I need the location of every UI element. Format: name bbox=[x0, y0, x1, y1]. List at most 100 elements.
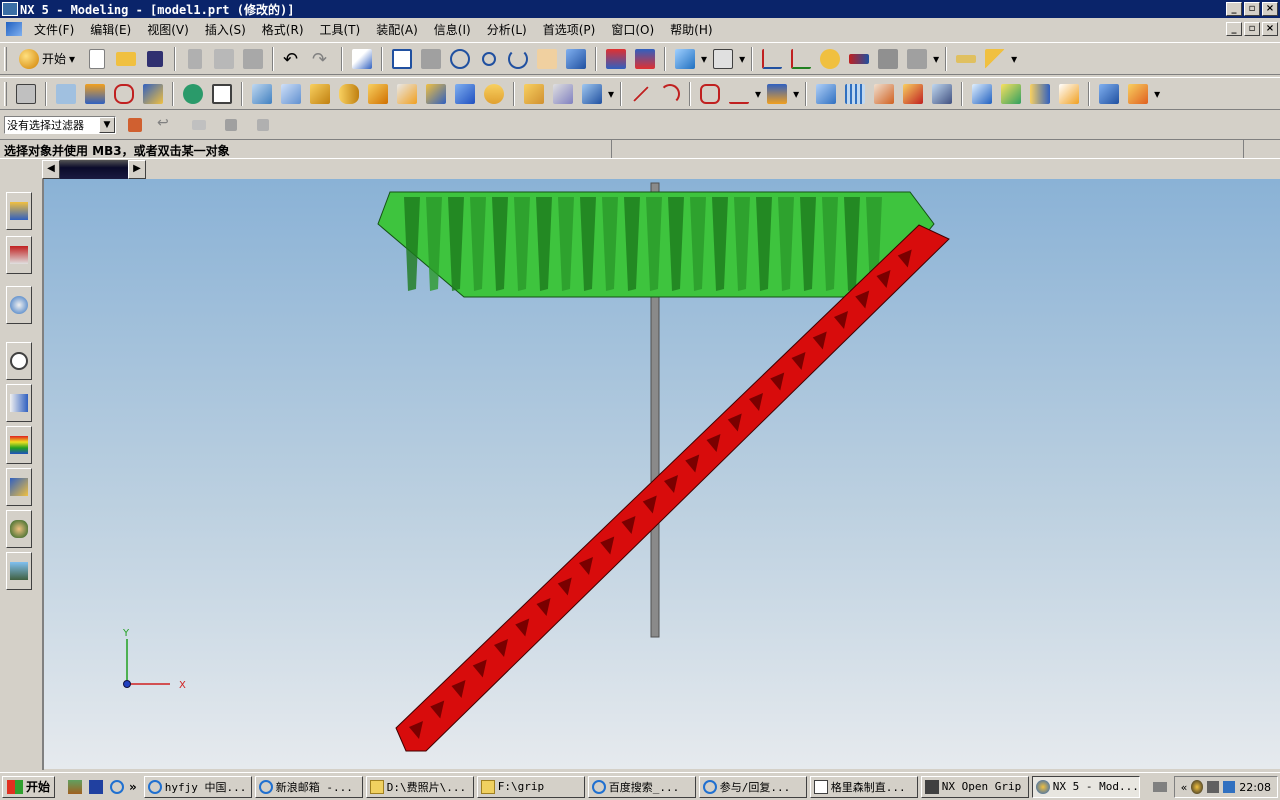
zoom-in-out-button[interactable] bbox=[476, 46, 502, 72]
menu-window[interactable]: 窗口(O) bbox=[603, 21, 662, 38]
edge-blend-button[interactable] bbox=[521, 81, 547, 107]
line-button[interactable] bbox=[628, 81, 654, 107]
menu-help[interactable]: 帮助(H) bbox=[662, 21, 720, 38]
undo-selection-button[interactable]: ↩ bbox=[154, 112, 180, 138]
curve-edit-button[interactable] bbox=[764, 81, 790, 107]
spline-button[interactable] bbox=[726, 81, 752, 107]
selection-filter-dropdown[interactable]: 没有选择过滤器 ▼ bbox=[4, 116, 116, 134]
boss-button[interactable] bbox=[452, 81, 478, 107]
measure-distance-button[interactable] bbox=[953, 46, 979, 72]
assembly-navigator-tab[interactable] bbox=[6, 192, 32, 230]
doc-restore-button[interactable]: ▫ bbox=[1244, 22, 1260, 36]
wcs-dynamics-button[interactable] bbox=[759, 46, 785, 72]
quicklaunch-item[interactable] bbox=[108, 778, 126, 796]
block-button[interactable] bbox=[307, 81, 333, 107]
paste-button[interactable] bbox=[240, 46, 266, 72]
menu-edit[interactable]: 编辑(E) bbox=[82, 21, 139, 38]
taskbar-task[interactable]: NX Open Grip bbox=[920, 775, 1029, 798]
graphics-window[interactable]: Y X bbox=[44, 179, 1280, 769]
wcs-rotate-button[interactable] bbox=[817, 46, 843, 72]
restore-button[interactable]: ▫ bbox=[1244, 2, 1260, 16]
menu-view[interactable]: 视图(V) bbox=[139, 21, 197, 38]
redo-button[interactable]: ↷ bbox=[309, 46, 335, 72]
draft-button[interactable] bbox=[1125, 81, 1151, 107]
offset-surface-button[interactable] bbox=[969, 81, 995, 107]
scroll-right-button[interactable]: ▶ bbox=[128, 160, 146, 179]
wcs-orient-button[interactable] bbox=[846, 46, 872, 72]
book-button[interactable] bbox=[53, 81, 79, 107]
ruled-button[interactable] bbox=[900, 81, 926, 107]
chamfer-button[interactable] bbox=[550, 81, 576, 107]
doc-minimize-button[interactable]: _ bbox=[1226, 22, 1242, 36]
part-navigator-tab[interactable] bbox=[6, 236, 32, 274]
chevron-down-icon[interactable]: ▼ bbox=[99, 117, 115, 133]
toolbar-grip[interactable] bbox=[4, 81, 7, 106]
sphere-button[interactable] bbox=[394, 81, 420, 107]
measure-angle-button[interactable] bbox=[982, 46, 1008, 72]
web-browser-tab[interactable] bbox=[6, 286, 32, 324]
bounded-plane-button[interactable] bbox=[998, 81, 1024, 107]
undo-button[interactable]: ↶ bbox=[280, 46, 306, 72]
gear-rack[interactable] bbox=[395, 224, 950, 752]
layer-settings-button[interactable] bbox=[632, 46, 658, 72]
n-sided-button[interactable] bbox=[929, 81, 955, 107]
tray-expand-button[interactable]: « bbox=[1181, 781, 1188, 794]
save-button[interactable] bbox=[142, 46, 168, 72]
chevron-down-icon[interactable]: ▾ bbox=[739, 52, 745, 66]
menu-file[interactable]: 文件(F) bbox=[26, 21, 82, 38]
menu-analysis[interactable]: 分析(L) bbox=[479, 21, 535, 38]
surface-button[interactable] bbox=[813, 81, 839, 107]
bevel-gear[interactable] bbox=[377, 191, 935, 298]
sweep-button[interactable] bbox=[871, 81, 897, 107]
basic-curves-button[interactable] bbox=[697, 81, 723, 107]
cylinder-button[interactable] bbox=[336, 81, 362, 107]
volume-icon[interactable] bbox=[1207, 781, 1220, 793]
pocket-button[interactable] bbox=[481, 81, 507, 107]
rectangle-button[interactable] bbox=[209, 81, 235, 107]
wcs-display-button[interactable] bbox=[904, 46, 930, 72]
taskbar-task[interactable]: hyfjy 中国... bbox=[143, 775, 252, 798]
new-file-button[interactable] bbox=[84, 46, 110, 72]
copy-button[interactable] bbox=[211, 46, 237, 72]
minimize-button[interactable]: _ bbox=[1226, 2, 1242, 16]
perspective-button[interactable] bbox=[563, 46, 589, 72]
document-menu-icon[interactable] bbox=[6, 22, 22, 36]
view-orientation-button[interactable] bbox=[672, 46, 698, 72]
zoom-button[interactable] bbox=[447, 46, 473, 72]
close-button[interactable]: × bbox=[1262, 2, 1278, 16]
chevron-down-icon[interactable]: ▾ bbox=[755, 87, 761, 101]
menu-information[interactable]: 信息(I) bbox=[426, 21, 479, 38]
shield-button[interactable] bbox=[82, 81, 108, 107]
part-navigator-button[interactable] bbox=[13, 81, 39, 107]
through-curves-button[interactable] bbox=[842, 81, 868, 107]
model-canvas[interactable]: Y X bbox=[44, 179, 1280, 769]
revolve-button[interactable] bbox=[278, 81, 304, 107]
menu-insert[interactable]: 插入(S) bbox=[197, 21, 254, 38]
scroll-thumb[interactable] bbox=[60, 160, 128, 179]
wcs-save-button[interactable] bbox=[875, 46, 901, 72]
open-file-button[interactable] bbox=[113, 46, 139, 72]
sketch-curve-button[interactable] bbox=[111, 81, 137, 107]
system-scenes-tab[interactable] bbox=[6, 552, 32, 590]
keyboard-tray[interactable] bbox=[1151, 778, 1169, 796]
render-style-button[interactable] bbox=[710, 46, 736, 72]
taskbar-task[interactable]: D:\费照片\... bbox=[365, 775, 474, 798]
qq-icon[interactable] bbox=[1191, 780, 1204, 794]
chevron-down-icon[interactable]: ▾ bbox=[608, 87, 614, 101]
fit-view-button[interactable] bbox=[389, 46, 415, 72]
selection-mode-button[interactable] bbox=[349, 46, 375, 72]
wcs-origin-button[interactable] bbox=[788, 46, 814, 72]
hole-button[interactable] bbox=[423, 81, 449, 107]
rotate-button[interactable] bbox=[505, 46, 531, 72]
cone-button[interactable] bbox=[365, 81, 391, 107]
palette-tab[interactable] bbox=[6, 426, 32, 464]
menu-format[interactable]: 格式(R) bbox=[254, 21, 312, 38]
roles-tab[interactable] bbox=[6, 510, 32, 548]
taskbar-task[interactable]: 格里森制直... bbox=[809, 775, 918, 798]
menu-tools[interactable]: 工具(T) bbox=[312, 21, 369, 38]
chevron-down-icon[interactable]: ▾ bbox=[701, 52, 707, 66]
cut-button[interactable] bbox=[182, 46, 208, 72]
extrude-button[interactable] bbox=[249, 81, 275, 107]
menu-assemblies[interactable]: 装配(A) bbox=[368, 21, 426, 38]
network-icon[interactable] bbox=[1223, 781, 1236, 793]
